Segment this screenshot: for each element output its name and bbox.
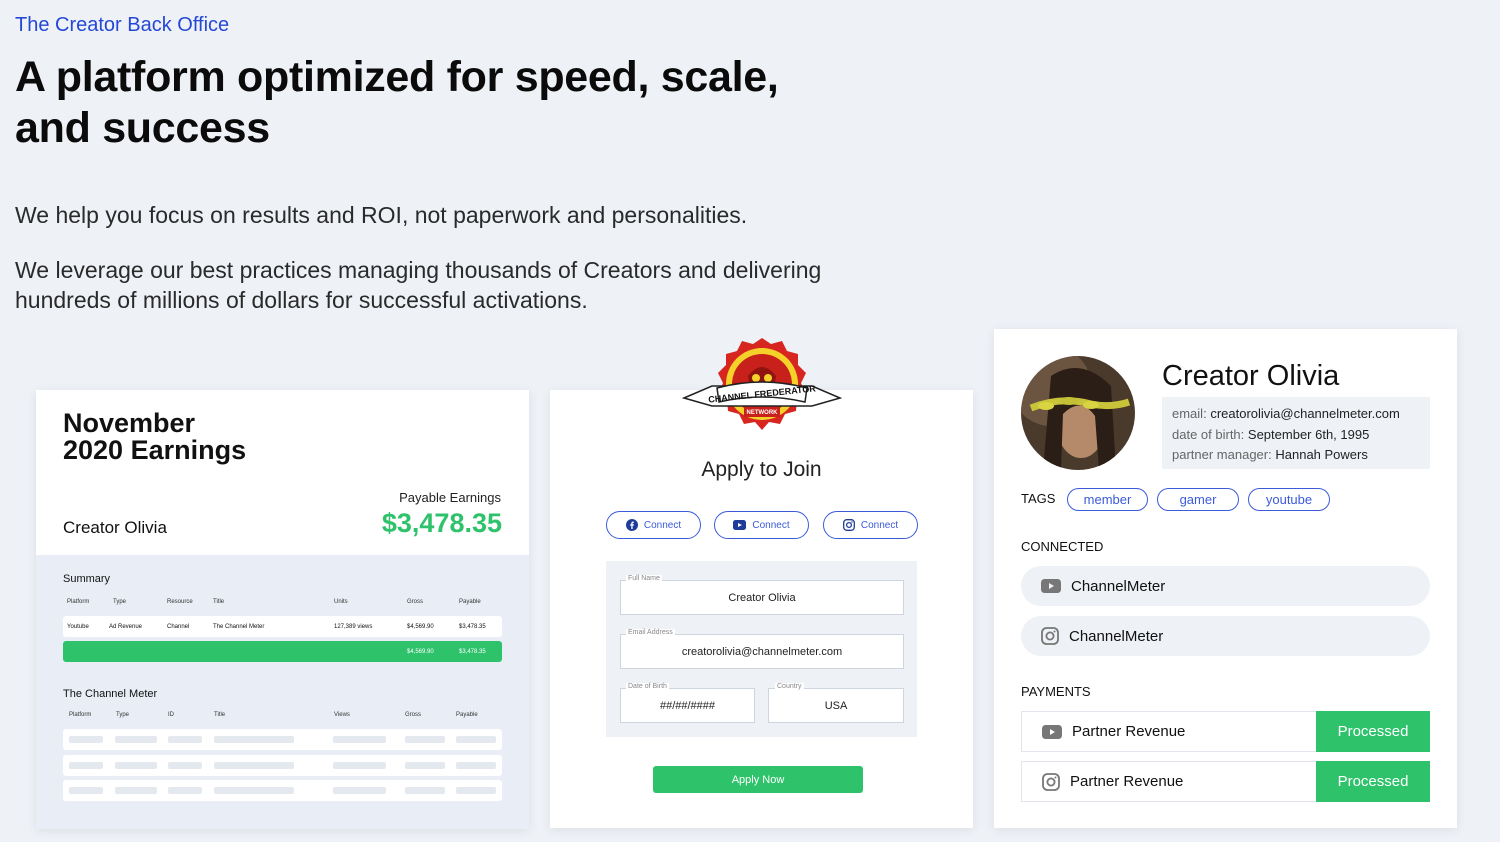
profile-info: email: creatorolivia@channelmeter.com da… <box>1162 397 1430 469</box>
partner-manager-label: partner manager: <box>1172 447 1272 462</box>
email-label: Email Address <box>626 629 675 636</box>
instagram-icon <box>842 519 855 531</box>
facebook-connect-button[interactable]: Connect <box>606 511 701 539</box>
profile-dob: September 6th, 1995 <box>1247 426 1370 442</box>
summary-total-gross: $4,569.90 <box>407 649 434 655</box>
profile-card: Creator Olivia email: creatorolivia@chan… <box>994 329 1457 828</box>
payment-label: Partner Revenue <box>1072 723 1186 740</box>
apply-form: Creator Olivia Full Name creatorolivia@c… <box>606 561 917 737</box>
processed-badge: Processed <box>1316 761 1430 802</box>
earnings-creator: Creator Olivia <box>63 518 167 537</box>
email-field[interactable]: creatorolivia@channelmeter.com <box>620 634 904 669</box>
summary-cell: $4,569.90 <box>407 624 434 630</box>
summary-header: Platform Type Resource Title Units Gross… <box>63 599 503 609</box>
youtube-icon <box>733 520 747 530</box>
channel-header-cell: Payable <box>456 712 478 718</box>
dob-label: date of birth: <box>1172 426 1245 442</box>
placeholder-row <box>63 755 502 776</box>
headline: A platform optimized for speed, scale, a… <box>15 53 779 152</box>
country-label: Country <box>775 683 804 690</box>
channel-table-header: Platform Type ID Title Views Gross Payab… <box>63 712 503 722</box>
apply-title: Apply to Join <box>701 458 822 481</box>
youtube-icon <box>1042 724 1062 739</box>
apply-now-button[interactable]: Apply Now <box>653 766 863 793</box>
summary-header-cell: Gross <box>407 599 424 605</box>
payments-label: PAYMENTS <box>1021 684 1091 699</box>
channel-header-cell: Platform <box>69 712 92 718</box>
connect-label: Connect <box>643 519 682 531</box>
summary-header-cell: Title <box>213 599 225 605</box>
connected-label-text: ChannelMeter <box>1069 627 1164 645</box>
apply-card: Apply to Join Connect Connect Connect Cr… <box>550 390 973 828</box>
summary-total-row: $4,569.90 $3,478.35 <box>63 641 502 662</box>
processed-badge: Processed <box>1316 711 1430 752</box>
full-name-label: Full Name <box>626 575 662 582</box>
instagram-icon <box>1041 627 1059 645</box>
payment-row[interactable]: Partner Revenue Processed <box>1021 761 1430 802</box>
intro-paragraph-1: We help you focus on results and ROI, no… <box>15 202 748 228</box>
earnings-title: November 2020 Earnings <box>63 410 246 464</box>
summary-cell: Ad Revenue <box>109 624 143 630</box>
earnings-title-line1: November <box>63 408 196 438</box>
youtube-icon <box>1041 579 1061 593</box>
summary-header-cell: Resource <box>167 599 193 605</box>
summary-title: Summary <box>63 573 111 585</box>
profile-name: Creator Olivia <box>1162 360 1340 392</box>
facebook-icon <box>625 519 638 531</box>
connected-label-text: ChannelMeter <box>1071 577 1166 595</box>
dob-label: Date of Birth <box>626 683 669 690</box>
connected-instagram[interactable]: ChannelMeter <box>1021 616 1430 656</box>
channel-header-cell: Type <box>116 712 130 718</box>
channel-header-cell: Gross <box>405 712 422 718</box>
payable-value: $3,478.35 <box>381 508 502 538</box>
connected-youtube[interactable]: ChannelMeter <box>1021 566 1430 606</box>
summary-header-cell: Units <box>334 599 348 605</box>
intro-paragraph-2: We leverage our best practices managing … <box>15 257 822 313</box>
placeholder-row <box>63 729 502 750</box>
summary-header-cell: Type <box>113 599 127 605</box>
youtube-connect-button[interactable]: Connect <box>714 511 809 539</box>
channel-header-cell: Title <box>214 712 226 718</box>
country-field[interactable]: USA <box>768 688 904 723</box>
payment-label: Partner Revenue <box>1070 773 1184 790</box>
summary-header-cell: Payable <box>459 599 481 605</box>
summary-total-payable: $3,478.35 <box>459 649 486 655</box>
tag-gamer[interactable]: gamer <box>1157 488 1239 511</box>
placeholder-row <box>63 780 502 801</box>
payable-label: Payable Earnings <box>399 490 501 505</box>
connected-label: CONNECTED <box>1021 539 1104 554</box>
connect-label: Connect <box>752 519 790 531</box>
summary-header-cell: Platform <box>67 599 90 605</box>
earnings-details: Summary Platform Type Resource Title Uni… <box>36 555 529 829</box>
payment-row[interactable]: Partner Revenue Processed <box>1021 711 1430 752</box>
summary-cell: Youtube <box>67 624 89 630</box>
eyebrow: The Creator Back Office <box>15 14 230 36</box>
summary-cell: 127,389 views <box>334 624 373 630</box>
instagram-icon <box>1042 772 1060 791</box>
full-name-field[interactable]: Creator Olivia <box>620 580 904 615</box>
profile-email: creatorolivia@channelmeter.com <box>1210 406 1400 421</box>
partner-manager: Hannah Powers <box>1275 447 1368 462</box>
instagram-connect-button[interactable]: Connect <box>823 511 918 539</box>
connect-label: Connect <box>860 519 899 531</box>
earnings-card: November 2020 Earnings Payable Earnings … <box>36 390 529 829</box>
email-label: email: <box>1172 406 1207 421</box>
logo-subtext: NETWORK <box>746 410 778 416</box>
summary-row[interactable]: Youtube Ad Revenue Channel The Channel M… <box>63 616 502 637</box>
dob-field[interactable]: ##/##/#### <box>620 688 755 723</box>
summary-cell: The Channel Meter <box>213 624 265 630</box>
channel-table-title: The Channel Meter <box>63 688 158 700</box>
summary-cell: Channel <box>167 624 190 630</box>
summary-cell: $3,478.35 <box>459 624 486 630</box>
channel-header-cell: Views <box>334 712 350 718</box>
tag-member[interactable]: member <box>1067 488 1148 511</box>
tag-youtube[interactable]: youtube <box>1248 488 1330 511</box>
earnings-title-line2: 2020 Earnings <box>63 435 247 465</box>
channel-header-cell: ID <box>168 712 174 718</box>
tags-label: TAGS <box>1021 491 1056 506</box>
channel-frederator-logo <box>682 338 842 430</box>
avatar <box>1021 356 1135 470</box>
